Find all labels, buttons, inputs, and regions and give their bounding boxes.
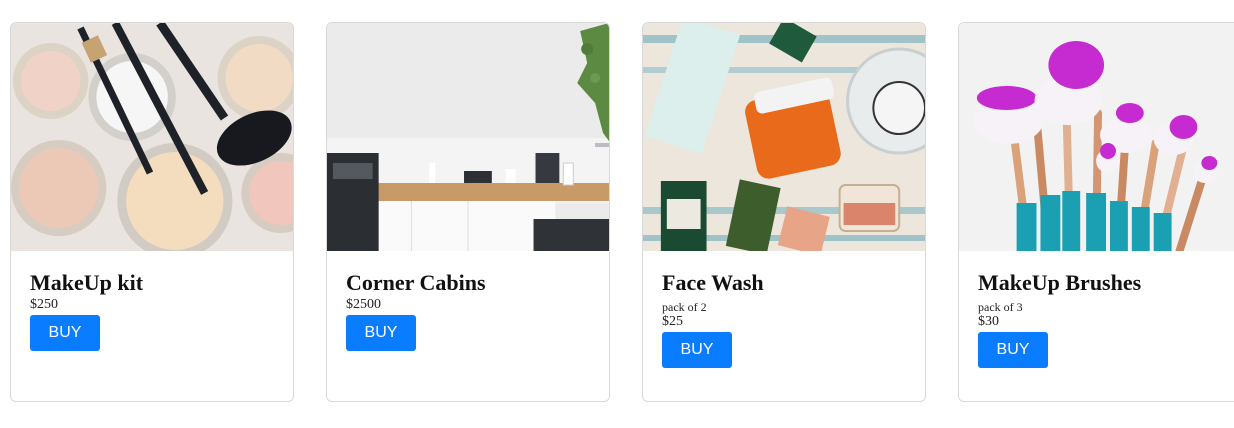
product-price: $25 <box>662 314 683 329</box>
makeup-brushes-image[interactable] <box>959 23 1234 251</box>
buy-button[interactable]: BUY <box>30 315 100 351</box>
buy-button[interactable]: BUY <box>662 332 732 368</box>
product-price: $2500 <box>346 297 381 312</box>
product-title: MakeUp kit <box>30 270 144 295</box>
skincare-products-image[interactable] <box>643 23 925 251</box>
kitchen-corner-image[interactable] <box>327 23 609 251</box>
makeup-kit-image[interactable] <box>11 23 293 251</box>
product-card: MakeUp Brushes pack of 3 $30 BUY <box>958 22 1234 402</box>
product-pack-note: pack of 2 <box>662 300 707 314</box>
product-title: MakeUp Brushes <box>978 270 1142 295</box>
buy-button[interactable]: BUY <box>978 332 1048 368</box>
buy-button[interactable]: BUY <box>346 315 416 351</box>
product-price: $30 <box>978 314 999 329</box>
product-card: MakeUp kit $250 BUY <box>10 22 294 402</box>
product-card: Face Wash pack of 2 $25 BUY <box>642 22 926 402</box>
product-title: Corner Cabins <box>346 270 486 295</box>
product-pack-note: pack of 3 <box>978 300 1023 314</box>
product-title: Face Wash <box>662 270 764 295</box>
product-grid: MakeUp kit $250 BUY Corner Cabins $2500 … <box>0 0 1234 428</box>
product-price: $250 <box>30 297 58 312</box>
product-card: Corner Cabins $2500 BUY <box>326 22 610 402</box>
